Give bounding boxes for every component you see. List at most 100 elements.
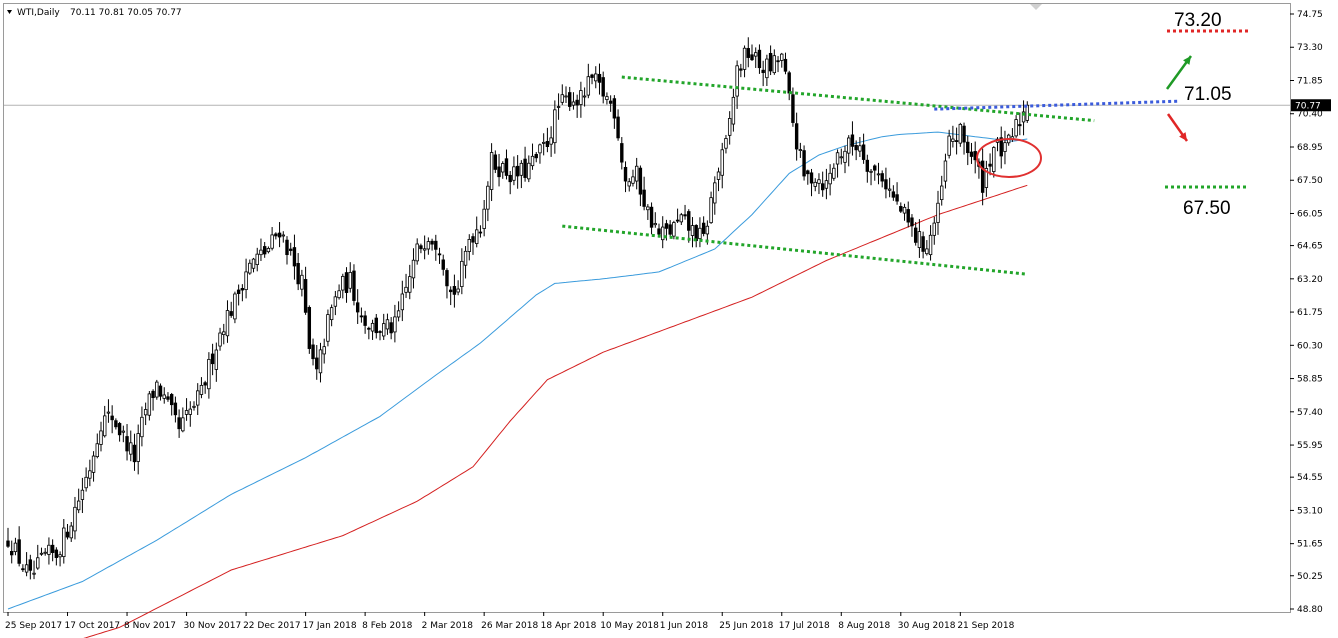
x-tick-label: 18 Apr 2018 <box>541 621 597 631</box>
candle-body <box>296 263 300 285</box>
candle-body <box>1018 124 1022 127</box>
current-price-label: 70.77 <box>1295 101 1321 111</box>
y-tick-label: 66.05 <box>1297 209 1323 219</box>
candle-body <box>129 442 133 455</box>
symbol-label: WTI,Daily <box>17 8 60 18</box>
candle-body <box>687 211 691 231</box>
candle-body <box>690 225 695 236</box>
candle-body <box>895 194 899 202</box>
candle-body <box>184 410 189 415</box>
candle-body <box>515 165 520 177</box>
candle-body <box>724 138 728 149</box>
candle-body <box>363 315 367 326</box>
candle-body <box>173 402 178 416</box>
candle-body <box>162 394 166 399</box>
candle-body <box>419 245 423 250</box>
candle-body <box>91 455 96 473</box>
candle-body <box>798 149 803 152</box>
candle-body <box>467 239 471 252</box>
candle-body <box>541 141 546 144</box>
candle-body <box>36 557 40 569</box>
candle-body <box>634 165 639 182</box>
candle-body <box>675 219 680 222</box>
candle-body <box>575 99 579 106</box>
candle-body <box>902 206 907 214</box>
x-tick-label: 8 Aug 2018 <box>838 621 890 631</box>
y-tick-label: 71.85 <box>1297 76 1323 86</box>
candle-body <box>76 500 81 511</box>
candle-body <box>780 53 784 61</box>
candle-body <box>65 531 70 538</box>
candle-body <box>378 331 382 333</box>
candle-body <box>940 185 944 201</box>
candle-body <box>448 289 453 293</box>
candle-body <box>434 240 438 250</box>
candle-body <box>899 206 903 212</box>
candle-body <box>151 390 155 399</box>
candle-body <box>103 415 107 437</box>
candle-body <box>887 188 892 191</box>
x-tick-label: 26 Mar 2018 <box>481 621 538 631</box>
candle-body <box>88 470 92 479</box>
candle-body <box>787 72 791 94</box>
x-tick-label: 1 Jun 2018 <box>660 621 709 631</box>
candle-body <box>608 100 613 104</box>
candle-body <box>568 92 572 107</box>
candle-body <box>196 390 200 406</box>
candle-body <box>705 225 710 235</box>
candle-body <box>992 147 996 172</box>
candle-body <box>199 384 204 395</box>
candle-body <box>326 314 330 342</box>
candle-body <box>835 152 840 165</box>
x-tick-label: 21 Sep 2018 <box>957 621 1014 631</box>
candle-body <box>341 275 345 291</box>
candle-body <box>348 272 352 289</box>
candle-body <box>445 270 449 287</box>
candle-body <box>820 183 825 191</box>
candle-body <box>352 270 356 301</box>
candle-body <box>225 310 230 337</box>
candle-body <box>962 125 966 143</box>
x-tick-label: 17 Oct 2017 <box>65 621 121 631</box>
y-tick-label: 55.95 <box>1297 441 1323 451</box>
candle-body <box>627 181 631 187</box>
candle-body <box>910 217 914 227</box>
candle-body <box>750 54 754 61</box>
candle-body <box>1003 142 1007 152</box>
candle-body <box>679 214 684 223</box>
candle-body <box>794 123 799 150</box>
candle-body <box>344 272 349 293</box>
candle-body <box>527 162 531 180</box>
candle-body <box>791 94 795 123</box>
candle-body <box>181 417 185 432</box>
candle-body <box>649 206 654 228</box>
candle-body <box>720 149 724 176</box>
y-tick-label: 67.50 <box>1297 176 1323 186</box>
y-tick-label: 58.85 <box>1297 375 1323 385</box>
candle-body <box>125 436 129 452</box>
candle-body <box>422 248 427 251</box>
candle-body <box>817 179 821 184</box>
candle-body <box>497 166 501 178</box>
candle-body <box>928 234 933 256</box>
candle-body <box>504 158 509 176</box>
y-tick-label: 50.25 <box>1297 572 1323 582</box>
candle-body <box>147 393 152 416</box>
candle-body <box>839 156 843 159</box>
x-tick-label: 17 Jul 2018 <box>779 621 830 631</box>
candle-body <box>218 332 222 347</box>
candle-body <box>601 77 605 97</box>
candle-body <box>426 241 431 250</box>
candle-body <box>582 95 587 98</box>
x-tick-label: 8 Feb 2018 <box>362 621 413 631</box>
candle-body <box>553 109 557 144</box>
x-tick-label: 30 Aug 2018 <box>898 621 956 631</box>
candle-body <box>523 158 527 178</box>
candle-body <box>664 223 669 229</box>
candle-body <box>17 539 21 564</box>
candle-body <box>638 167 643 195</box>
candle-body <box>858 145 862 152</box>
candle-body <box>166 396 170 400</box>
candle-body <box>754 52 758 57</box>
y-tick-label: 60.30 <box>1297 341 1323 351</box>
